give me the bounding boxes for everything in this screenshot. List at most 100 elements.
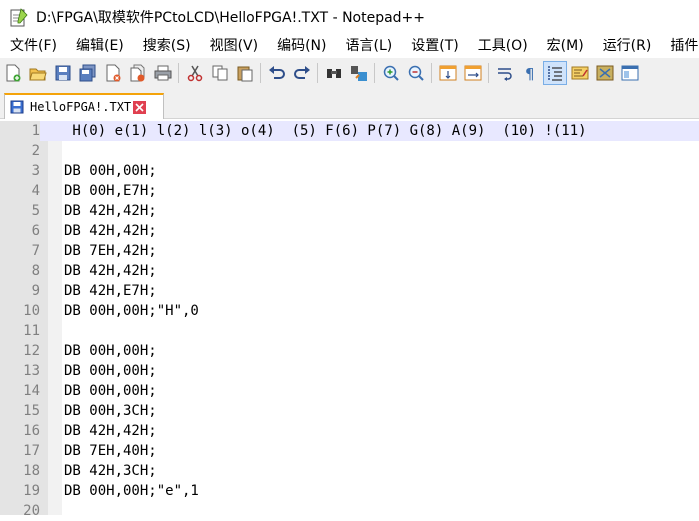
save-icon[interactable] xyxy=(52,62,74,84)
menu-encoding[interactable]: 编码(N) xyxy=(267,34,335,58)
line-text: DB 00H,3CH; xyxy=(64,403,157,419)
line-text: DB 00H,00H;"H",0 xyxy=(64,303,199,319)
editor-line[interactable]: 7 DB 7EH,42H; xyxy=(0,241,699,261)
line-number: 19 xyxy=(23,483,40,499)
line-text: DB 42H,3CH; xyxy=(64,463,157,479)
editor-area[interactable]: 1 H(0) e(1) l(2) l(3) o(4) (5) F(6) P(7)… xyxy=(0,121,699,519)
editor-line[interactable]: 11 xyxy=(0,321,699,341)
tab-label: HelloFPGA!.TXT xyxy=(30,100,132,114)
paste-icon[interactable] xyxy=(234,62,256,84)
toolbar-separator xyxy=(178,63,179,83)
find-icon[interactable] xyxy=(323,62,345,84)
menu-macro[interactable]: 宏(M) xyxy=(537,34,593,58)
line-text: DB 00H,00H; xyxy=(64,383,157,399)
line-number: 11 xyxy=(23,323,40,339)
close-tab-icon[interactable] xyxy=(133,100,147,114)
menu-edit[interactable]: 编辑(E) xyxy=(66,34,133,58)
line-number: 17 xyxy=(23,443,40,459)
save-all-icon[interactable] xyxy=(77,62,99,84)
line-number: 18 xyxy=(23,463,40,479)
toolbar-separator xyxy=(317,63,318,83)
new-file-icon[interactable] xyxy=(2,62,24,84)
line-text: DB 00H,E7H; xyxy=(64,183,157,199)
editor-line[interactable]: 8 DB 42H,42H; xyxy=(0,261,699,281)
show-all-chars-icon[interactable]: ¶ xyxy=(519,62,541,84)
toolbar-separator xyxy=(374,63,375,83)
line-number: 2 xyxy=(31,143,40,159)
editor-line[interactable]: 13 DB 00H,00H; xyxy=(0,361,699,381)
zoom-out-icon[interactable] xyxy=(405,62,427,84)
menu-file[interactable]: 文件(F) xyxy=(0,34,66,58)
line-text: DB 42H,42H; xyxy=(64,423,157,439)
editor-line[interactable]: 18 DB 42H,3CH; xyxy=(0,461,699,481)
undo-icon[interactable] xyxy=(266,62,288,84)
svg-text:¶: ¶ xyxy=(525,65,535,82)
indent-guide-icon[interactable] xyxy=(543,61,567,85)
line-number: 7 xyxy=(31,243,40,259)
line-text: DB 00H,00H; xyxy=(64,363,157,379)
word-wrap-icon[interactable] xyxy=(494,62,516,84)
sync-vertical-icon[interactable] xyxy=(437,62,459,84)
window-title: D:\FPGA\取模软件PCtoLCD\HelloFPGA!.TXT - Not… xyxy=(36,10,426,26)
open-file-icon[interactable] xyxy=(27,62,49,84)
editor-line[interactable]: 10 DB 00H,00H;"H",0 xyxy=(0,301,699,321)
folder-workspace-icon[interactable] xyxy=(619,62,641,84)
line-text: H(0) e(1) l(2) l(3) o(4) (5) F(6) P(7) G… xyxy=(64,123,587,139)
line-number: 10 xyxy=(23,303,40,319)
title-bar: D:\FPGA\取模软件PCtoLCD\HelloFPGA!.TXT - Not… xyxy=(0,0,699,34)
replace-icon[interactable] xyxy=(348,62,370,84)
line-text: DB 42H,42H; xyxy=(64,223,157,239)
redo-icon[interactable] xyxy=(291,62,313,84)
close-all-icon[interactable] xyxy=(127,62,149,84)
editor-line[interactable]: 20 xyxy=(0,501,699,521)
line-text: DB 42H,E7H; xyxy=(64,283,157,299)
zoom-in-icon[interactable] xyxy=(380,62,402,84)
line-number: 14 xyxy=(23,383,40,399)
editor-line[interactable]: 16 DB 42H,42H; xyxy=(0,421,699,441)
menu-view[interactable]: 视图(V) xyxy=(200,34,268,58)
line-number: 8 xyxy=(31,263,40,279)
sync-horizontal-icon[interactable] xyxy=(462,62,484,84)
toolbar-separator xyxy=(431,63,432,83)
function-list-icon[interactable] xyxy=(594,62,616,84)
menu-language[interactable]: 语言(L) xyxy=(336,34,402,58)
line-number: 13 xyxy=(23,363,40,379)
cut-icon[interactable] xyxy=(184,62,206,84)
editor-line[interactable]: 1 H(0) e(1) l(2) l(3) o(4) (5) F(6) P(7)… xyxy=(0,121,699,141)
editor-line[interactable]: 2 xyxy=(0,141,699,161)
editor-line[interactable]: 14 DB 00H,00H; xyxy=(0,381,699,401)
line-number: 15 xyxy=(23,403,40,419)
doc-map-icon[interactable] xyxy=(569,62,591,84)
menu-tools[interactable]: 工具(O) xyxy=(468,34,537,58)
line-number: 16 xyxy=(23,423,40,439)
line-text: DB 00H,00H; xyxy=(64,163,157,179)
line-text: DB 00H,00H; xyxy=(64,343,157,359)
toolbar-separator xyxy=(260,63,261,83)
editor-line[interactable]: 5 DB 42H,42H; xyxy=(0,201,699,221)
print-icon[interactable] xyxy=(152,62,174,84)
menu-settings[interactable]: 设置(T) xyxy=(401,34,467,58)
line-number: 5 xyxy=(31,203,40,219)
line-number: 4 xyxy=(31,183,40,199)
line-number: 20 xyxy=(23,503,40,519)
saved-file-icon xyxy=(10,100,24,114)
editor-line[interactable]: 6 DB 42H,42H; xyxy=(0,221,699,241)
copy-icon[interactable] xyxy=(209,62,231,84)
editor-line[interactable]: 3 DB 00H,00H; xyxy=(0,161,699,181)
menu-plugins[interactable]: 插件 xyxy=(660,34,699,58)
editor-line[interactable]: 4 DB 00H,E7H; xyxy=(0,181,699,201)
editor-line[interactable]: 15 DB 00H,3CH; xyxy=(0,401,699,421)
editor-line[interactable]: 12 DB 00H,00H; xyxy=(0,341,699,361)
editor-line[interactable]: 9 DB 42H,E7H; xyxy=(0,281,699,301)
line-text: DB 42H,42H; xyxy=(64,263,157,279)
menu-bar: 文件(F) 编辑(E) 搜索(S) 视图(V) 编码(N) 语言(L) 设置(T… xyxy=(0,34,699,58)
menu-run[interactable]: 运行(R) xyxy=(593,34,661,58)
line-text: DB 42H,42H; xyxy=(64,203,157,219)
tab-hellofpga[interactable]: HelloFPGA!.TXT xyxy=(4,93,164,119)
editor-line[interactable]: 19 DB 00H,00H;"e",1 xyxy=(0,481,699,501)
line-number: 12 xyxy=(23,343,40,359)
close-icon[interactable] xyxy=(102,62,124,84)
menu-search[interactable]: 搜索(S) xyxy=(133,34,200,58)
line-number: 3 xyxy=(31,163,40,179)
editor-line[interactable]: 17 DB 7EH,40H; xyxy=(0,441,699,461)
